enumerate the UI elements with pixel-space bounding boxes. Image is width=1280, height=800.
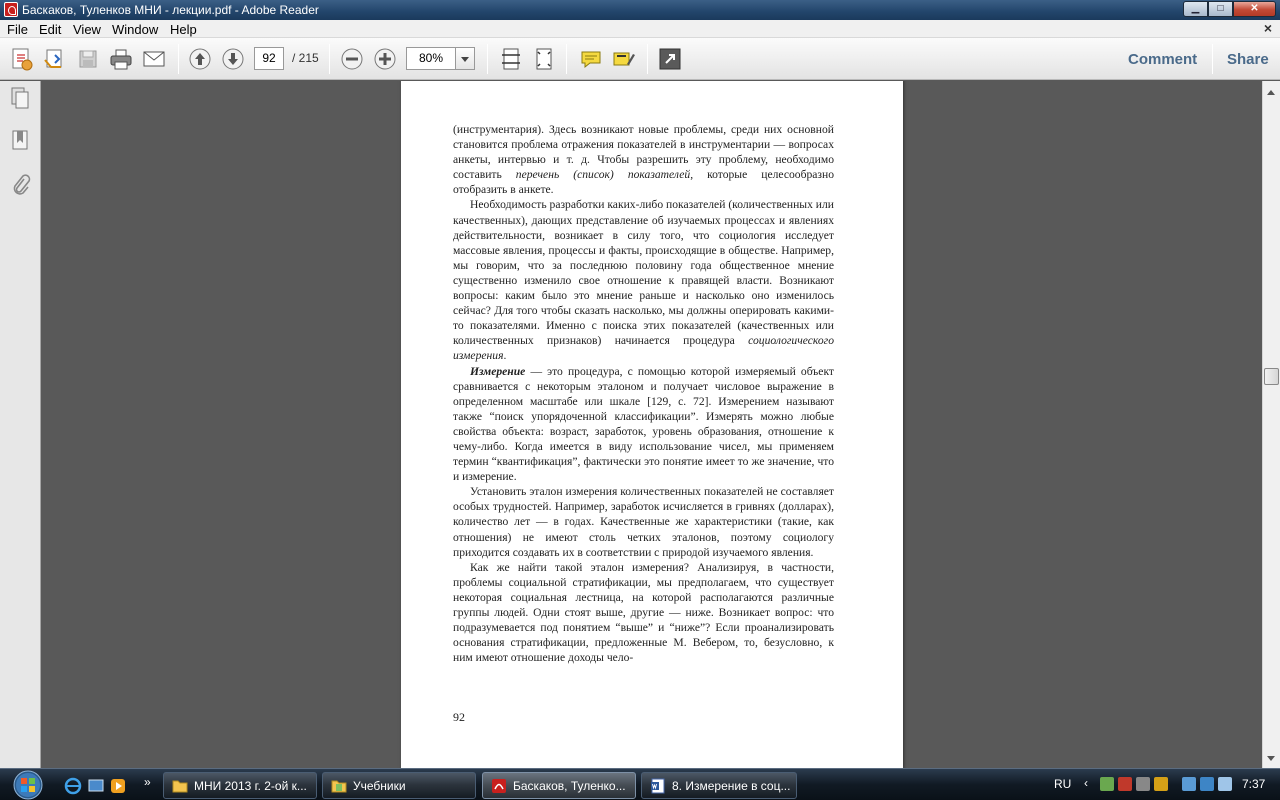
print-icon[interactable] — [108, 46, 134, 72]
text-run: Необходимость разработки каких-либо пока… — [453, 198, 834, 348]
toolbar-separator — [647, 44, 648, 74]
sticky-note-icon[interactable] — [578, 46, 604, 72]
tray-app-icon[interactable] — [1136, 777, 1150, 791]
page-number-input[interactable]: 92 — [254, 47, 284, 70]
menu-file[interactable]: File — [7, 22, 28, 37]
text-run: Как же найти такой эталон измерения? Ана… — [453, 560, 834, 665]
vertical-scrollbar[interactable] — [1262, 81, 1280, 768]
maximize-button[interactable]: □ — [1208, 1, 1233, 17]
share-button[interactable]: Share — [1227, 51, 1269, 68]
document-close-icon[interactable]: × — [1264, 20, 1272, 36]
menu-bar: File Edit View Window Help × — [0, 20, 1280, 38]
menu-help[interactable]: Help — [170, 22, 197, 37]
comment-button[interactable]: Comment — [1128, 51, 1197, 68]
page-number-label: 92 — [453, 710, 465, 724]
zoom-level-input[interactable]: 80% — [406, 47, 456, 70]
prev-page-icon[interactable] — [187, 46, 213, 72]
task-mni-folder[interactable]: МНИ 2013 г. 2-ой к... — [163, 772, 317, 799]
minimize-button[interactable]: ▁ — [1183, 1, 1208, 17]
attachments-icon[interactable] — [9, 172, 31, 196]
zoom-out-icon[interactable] — [339, 46, 365, 72]
volume-icon[interactable] — [1218, 777, 1232, 791]
toolbar-separator — [178, 44, 179, 74]
toolbar: 92 / 215 80% Comment Share — [0, 38, 1280, 80]
bookmarks-icon[interactable] — [9, 129, 31, 153]
show-desktop-icon[interactable] — [87, 777, 105, 795]
open-icon[interactable] — [41, 46, 67, 72]
document-view[interactable]: (инструментария). Здесь возникают новые … — [42, 81, 1262, 768]
text-run: — это процедура, с помощью которой измер… — [453, 364, 834, 484]
page-paragraph: (инструментария). Здесь возникают новые … — [453, 122, 834, 197]
toolbar-separator — [566, 44, 567, 74]
menu-edit[interactable]: Edit — [39, 22, 61, 37]
folder-icon — [331, 780, 347, 793]
page-paragraph: Как же найти такой эталон измерения? Ана… — [453, 560, 834, 666]
scroll-thumb[interactable] — [1264, 368, 1279, 385]
zoom-in-icon[interactable] — [372, 46, 398, 72]
window-controls: ▁ □ ✕ — [1183, 1, 1276, 17]
fullscreen-icon[interactable] — [657, 46, 683, 72]
text-run: . — [503, 349, 507, 363]
task-word-document[interactable]: 8. Измерение в соц... — [641, 772, 797, 799]
internet-explorer-icon[interactable] — [64, 777, 82, 795]
page-paragraph: Измерение — это процедура, с помощью кот… — [453, 364, 834, 485]
save-icon[interactable] — [75, 46, 101, 72]
tray-expand-icon[interactable]: ‹ — [1084, 776, 1088, 790]
scroll-down-icon[interactable] — [1263, 751, 1280, 768]
email-icon[interactable] — [141, 46, 167, 72]
start-button[interactable] — [8, 769, 48, 800]
next-page-icon[interactable] — [220, 46, 246, 72]
clock[interactable]: 7:37 — [1242, 777, 1265, 791]
task-adobe-reader[interactable]: Баскаков, Туленко... — [482, 772, 636, 799]
text-run: перечень (список) показателей — [515, 168, 691, 182]
page-paragraph: Установить эталон измерения количественн… — [453, 484, 834, 559]
fit-width-icon[interactable] — [498, 46, 524, 72]
title-bar: Баскаков, Туленков МНИ - лекции.pdf - Ad… — [0, 0, 1280, 20]
menu-view[interactable]: View — [73, 22, 101, 37]
tray-app-icon[interactable] — [1154, 777, 1168, 791]
toolbar-separator — [487, 44, 488, 74]
fit-page-icon[interactable] — [531, 46, 557, 72]
adobe-reader-icon — [4, 2, 18, 17]
network-icon[interactable] — [1100, 777, 1114, 791]
safely-remove-icon[interactable] — [1182, 777, 1196, 791]
pdf-page: (инструментария). Здесь возникают новые … — [401, 81, 903, 768]
page-text: (инструментария). Здесь возникают новые … — [453, 122, 834, 665]
zoom-dropdown-button[interactable] — [455, 47, 475, 70]
pages-icon[interactable] — [9, 86, 31, 110]
taskbar: » МНИ 2013 г. 2-ой к... Учебники Баскако… — [0, 768, 1280, 800]
toolbar-separator — [329, 44, 330, 74]
close-button[interactable]: ✕ — [1233, 1, 1276, 17]
page-total: / 215 — [292, 51, 319, 65]
task-textbooks-folder[interactable]: Учебники — [322, 772, 476, 799]
menu-window[interactable]: Window — [112, 22, 158, 37]
text-run: Установить эталон измерения количественн… — [453, 485, 834, 559]
create-pdf-icon[interactable] — [8, 46, 34, 72]
navigation-panel — [0, 81, 41, 768]
window-title: Баскаков, Туленков МНИ - лекции.pdf - Ad… — [22, 3, 319, 17]
antivirus-icon[interactable] — [1118, 777, 1132, 791]
page-paragraph: Необходимость разработки каких-либо пока… — [453, 197, 834, 363]
pdf-icon — [492, 779, 506, 793]
language-indicator[interactable]: RU — [1054, 777, 1071, 791]
media-player-icon[interactable] — [109, 777, 127, 795]
folder-icon — [172, 780, 188, 793]
toolbar-separator — [1212, 44, 1213, 74]
taskbar-overflow-icon[interactable]: » — [144, 775, 151, 789]
scroll-up-icon[interactable] — [1263, 81, 1280, 98]
wireless-icon[interactable] — [1200, 777, 1214, 791]
text-run: Измерение — [470, 364, 526, 378]
highlight-icon[interactable] — [611, 46, 637, 72]
word-icon — [651, 778, 665, 794]
